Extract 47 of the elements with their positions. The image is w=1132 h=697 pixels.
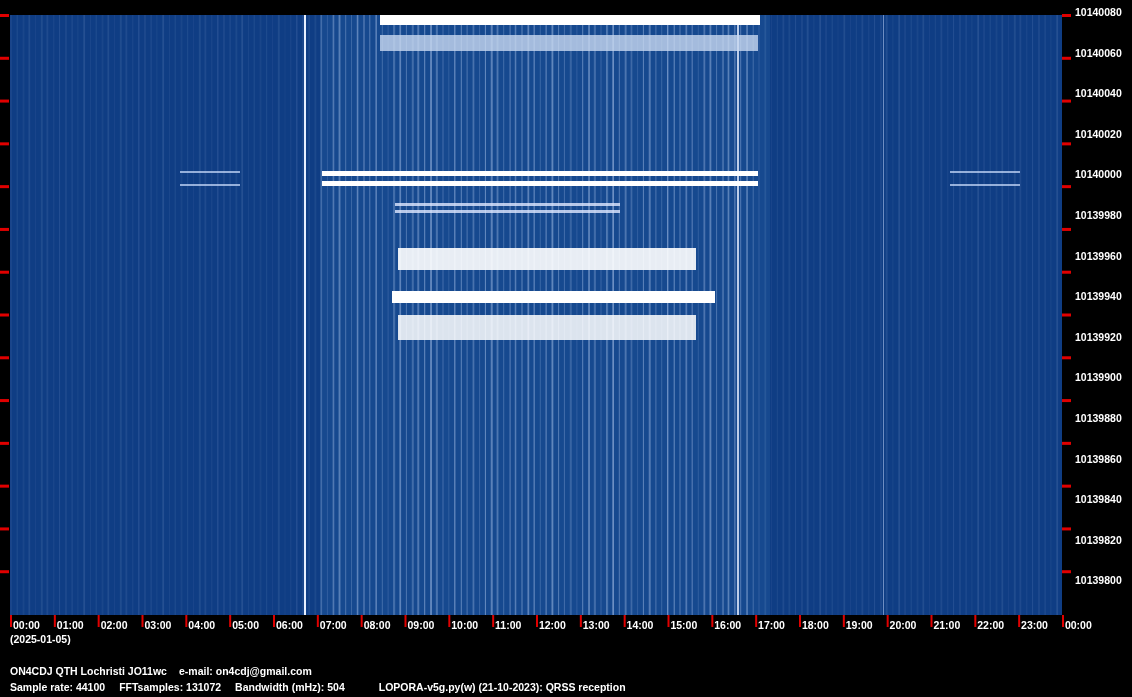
station-info: ON4CDJ QTH Lochristi JO11wc [10, 665, 167, 677]
frequency-label: 10139880 [1075, 411, 1122, 424]
time-label: 18:00 [801, 619, 829, 631]
frequency-label: 10139840 [1075, 493, 1122, 506]
time-label: 17:00 [758, 619, 785, 631]
time-label: 21:00 [933, 619, 961, 631]
time-label: 07:00 [319, 619, 347, 631]
time-label: 00:00 [13, 619, 40, 631]
time-label: 13:00 [582, 619, 610, 631]
parameter-text: Sample rate: 44100 [10, 681, 106, 693]
time-label: 10:00 [451, 619, 479, 631]
time-label: 16:00 [714, 619, 742, 631]
frequency-label: 10140020 [1075, 127, 1122, 140]
time-label: 05:00 [232, 619, 259, 631]
frequency-label: 10139900 [1075, 371, 1122, 384]
time-label: 02:00 [100, 619, 128, 631]
frequency-label: 10140040 [1075, 87, 1122, 100]
frequency-label: 10139980 [1075, 208, 1122, 221]
frequency-label: 10139800 [1075, 574, 1122, 587]
frequency-label: 10139820 [1075, 533, 1122, 546]
frequency-label: 10139920 [1075, 330, 1122, 343]
time-label: 03:00 [144, 619, 172, 631]
parameter-text: FFTsamples: 131072 [119, 681, 222, 693]
email-info: e-mail: on4cdj@gmail.com [178, 665, 312, 677]
time-label: 14:00 [626, 619, 654, 631]
frequency-label: 10140060 [1075, 46, 1122, 59]
time-label: 20:00 [889, 619, 917, 631]
time-label: 15:00 [670, 619, 698, 631]
frequency-label: 10139860 [1075, 452, 1122, 465]
time-label: 08:00 [363, 619, 391, 631]
time-label: 22:00 [977, 619, 1005, 631]
frequency-label: 10139940 [1075, 290, 1122, 303]
time-label: 04:00 [188, 619, 216, 631]
time-label: 06:00 [275, 619, 303, 631]
time-label: 00:00 [1064, 619, 1092, 631]
time-label: 12:00 [538, 619, 566, 631]
software-info: LOPORA-v5g.py(w) (21-10-2023): QRSS reception [378, 681, 626, 693]
frequency-label: 10139960 [1075, 249, 1122, 262]
time-label: 09:00 [407, 619, 435, 631]
time-label: 11:00 [495, 619, 522, 631]
date-label: (2025-01-05) [10, 633, 72, 645]
frequency-label: 10140080 [1075, 6, 1122, 18]
time-label: 19:00 [845, 619, 873, 631]
time-label: 23:00 [1021, 619, 1048, 631]
time-label: 01:00 [56, 619, 84, 631]
frequency-label: 10140000 [1075, 168, 1122, 181]
parameter-text: Bandwidth (mHz): 504 [235, 681, 345, 693]
